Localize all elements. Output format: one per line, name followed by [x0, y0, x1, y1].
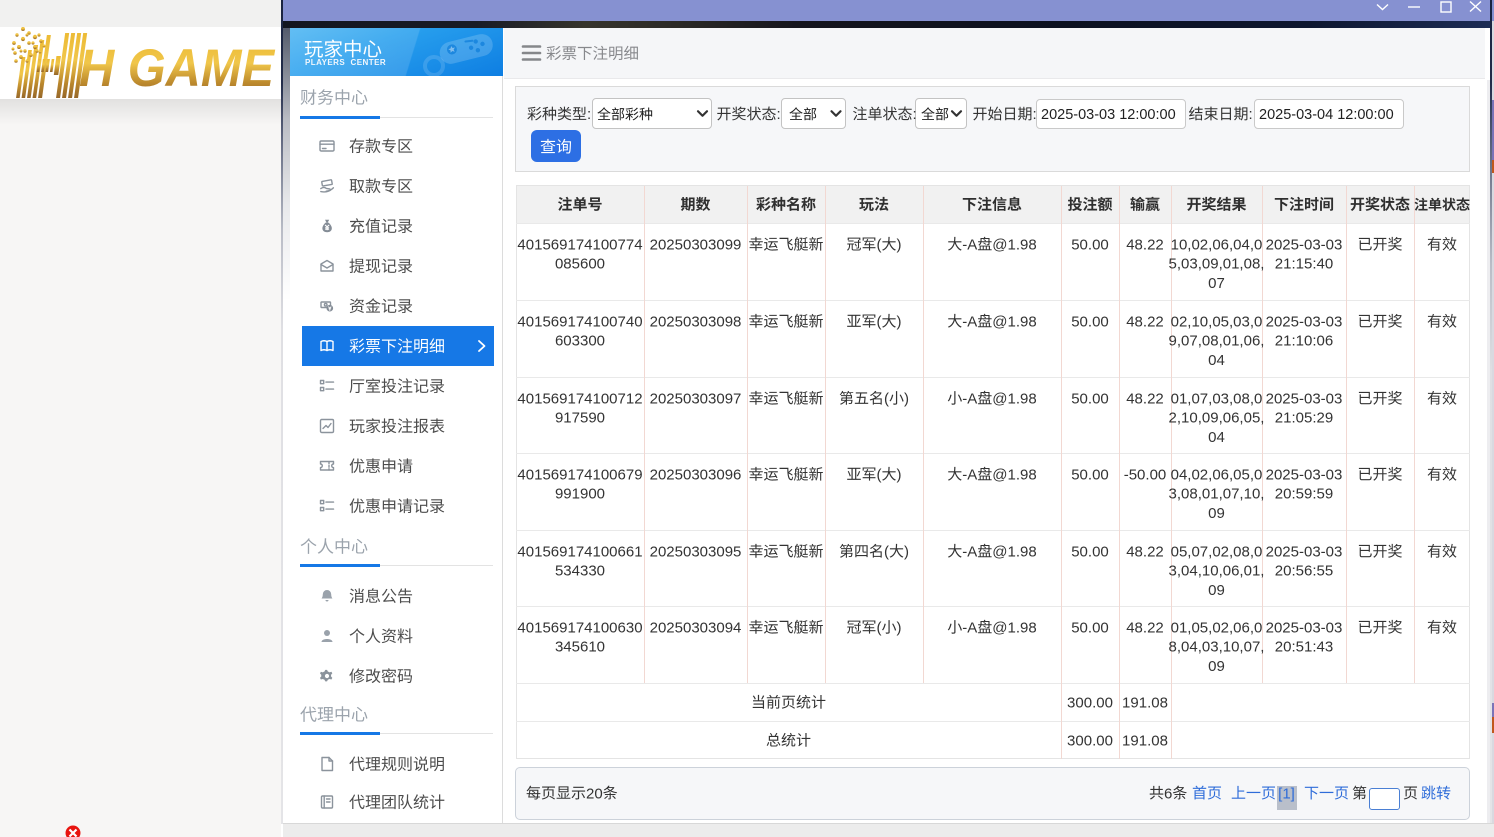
svg-text:H GAME: H GAME — [79, 38, 276, 97]
